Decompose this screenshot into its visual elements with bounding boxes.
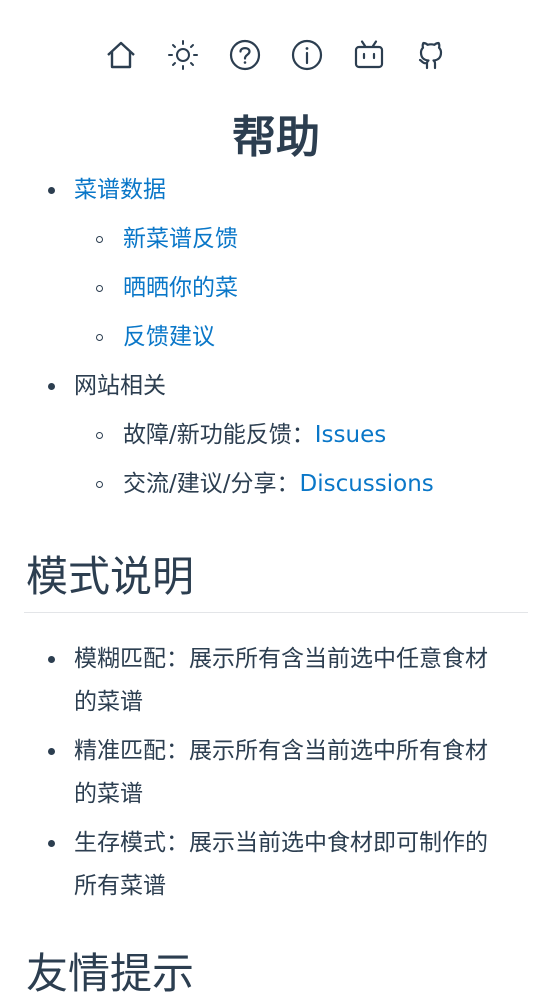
info-button[interactable] [289, 34, 325, 76]
mode-item-fuzzy: 模糊匹配：展示所有含当前选中任意食材 的菜谱 [74, 638, 526, 724]
list-bullet [96, 481, 103, 488]
list-bullet [48, 383, 55, 390]
discussions-link[interactable]: Discussions [300, 471, 434, 497]
feedback-suggestion-link[interactable]: 反馈建议 [123, 322, 215, 352]
tips-heading: 友情提示 [26, 949, 195, 998]
list-bullet [48, 187, 55, 194]
help-icon [229, 39, 261, 71]
discussions-prefix: 交流/建议/分享： [123, 471, 300, 497]
bilibili-icon [354, 40, 384, 69]
mode-line: 精准匹配：展示所有含当前选中所有食材 [74, 738, 488, 764]
top-toolbar [0, 34, 552, 76]
mode-line: 所有菜谱 [74, 873, 166, 899]
recipe-data-link[interactable]: 菜谱数据 [74, 175, 166, 205]
help-button[interactable] [227, 34, 263, 76]
mode-item-survival: 生存模式：展示当前选中食材即可制作的 所有菜谱 [74, 822, 526, 908]
page-title: 帮助 [232, 112, 320, 163]
list-bullet [48, 656, 55, 663]
issues-item: 故障/新功能反馈：Issues [123, 420, 386, 450]
share-dish-link[interactable]: 晒晒你的菜 [123, 273, 238, 303]
list-bullet [48, 840, 55, 847]
section-divider [24, 612, 528, 613]
sun-icon [168, 40, 198, 70]
mode-line: 的菜谱 [74, 689, 143, 715]
discussions-item: 交流/建议/分享：Discussions [123, 469, 434, 499]
mode-item-exact: 精准匹配：展示所有含当前选中所有食材 的菜谱 [74, 730, 526, 816]
issues-link[interactable]: Issues [315, 422, 386, 448]
mode-line: 模糊匹配：展示所有含当前选中任意食材 [74, 646, 488, 672]
github-icon [418, 41, 443, 70]
mode-line: 的菜谱 [74, 781, 143, 807]
theme-toggle-button[interactable] [165, 34, 201, 76]
site-related-label: 网站相关 [74, 373, 166, 399]
mode-line: 生存模式：展示当前选中食材即可制作的 [74, 830, 488, 856]
home-button[interactable] [103, 34, 139, 76]
issues-prefix: 故障/新功能反馈： [123, 422, 315, 448]
new-recipe-feedback-link[interactable]: 新菜谱反馈 [123, 224, 238, 254]
mode-heading: 模式说明 [26, 552, 195, 601]
list-bullet [96, 285, 103, 292]
bilibili-button[interactable] [351, 34, 387, 76]
info-icon [291, 39, 323, 71]
list-bullet [96, 432, 103, 439]
list-bullet [96, 236, 103, 243]
home-icon [107, 41, 135, 69]
github-button[interactable] [413, 34, 449, 76]
list-bullet [96, 334, 103, 341]
list-bullet [48, 748, 55, 755]
